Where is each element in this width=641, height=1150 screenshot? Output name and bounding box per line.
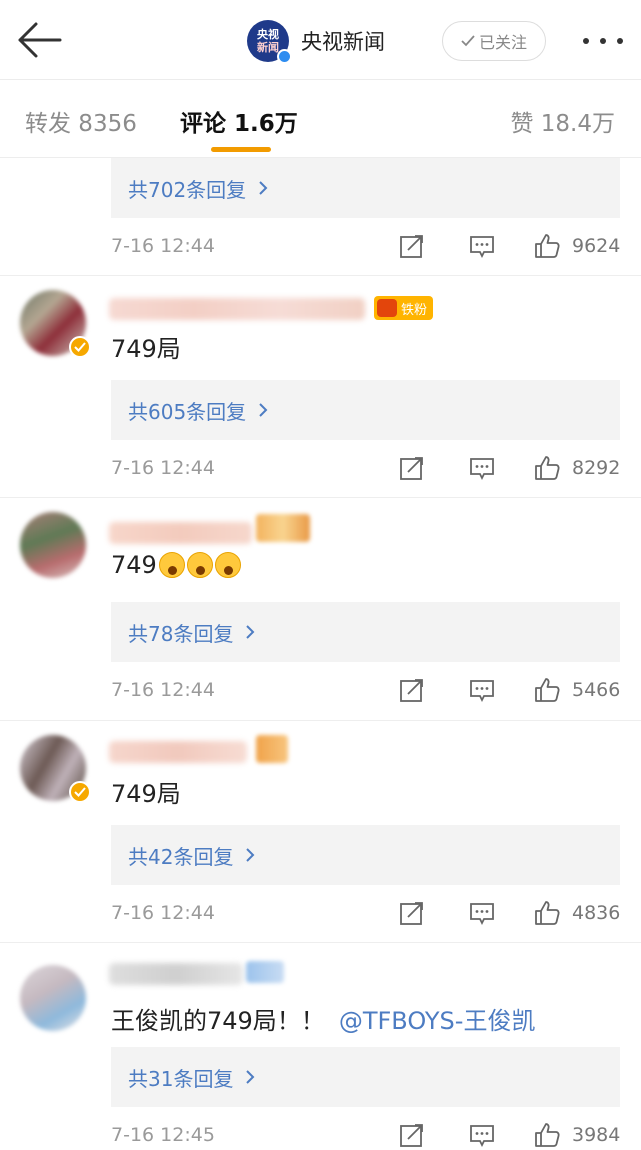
like-count: 3984 [572,1124,621,1146]
shocked-emoji-icon [186,552,213,578]
verified-icon [69,336,91,358]
comment-icon[interactable] [468,232,496,260]
comment-icon[interactable] [468,899,496,927]
comment-item: 749局 共42条回复 7-16 12:44 4836 [0,721,641,943]
comment-icon[interactable] [468,676,496,704]
comment-item: 共702条回复 7-16 12:44 9624 [0,158,641,276]
replies-link[interactable]: 共42条回复 [111,825,620,885]
comment-time: 7-16 12:44 [111,902,215,924]
top-bar: 央视 新闻 央视新闻 已关注 [0,0,641,80]
comment-body: 749局 [111,335,181,363]
comment-icon[interactable] [468,1121,496,1149]
comment-meta: 7-16 12:44 5466 [111,676,620,706]
repost-icon[interactable] [398,899,426,927]
comment-time: 7-16 12:45 [111,1124,215,1146]
follow-button[interactable]: 已关注 [442,21,546,61]
comment-item: 铁粉 749局 共605条回复 7-16 12:44 8292 [0,276,641,498]
like-count: 9624 [572,235,621,257]
username-blurred[interactable] [109,298,365,320]
account-name[interactable]: 央视新闻 [301,26,385,56]
user-mention-link[interactable]: @TFBOYS-王俊凯 [339,1001,536,1036]
user-avatar[interactable] [20,735,91,807]
level-badge [256,735,288,763]
chevron-right-icon [258,402,268,418]
chevron-right-icon [245,624,255,640]
comment-body: 王俊凯的749局！！ [111,1007,325,1035]
replies-count: 共78条回复 [128,621,234,646]
tab-reposts[interactable]: 转发 8356 [25,104,137,138]
comment-time: 7-16 12:44 [111,679,215,701]
comment-icon[interactable] [468,454,496,482]
replies-count: 共702条回复 [128,177,247,202]
like-count: 4836 [572,902,621,924]
chevron-right-icon [258,180,268,196]
comment-meta: 7-16 12:44 8292 [111,454,620,484]
verified-icon [277,49,292,64]
account-header[interactable]: 央视 新闻 央视新闻 [247,20,385,64]
user-avatar[interactable] [20,965,90,1037]
comment-item: 749 共78条回复 7-16 12:44 5466 [0,498,641,721]
comment-time: 7-16 12:44 [111,235,215,257]
username-blurred[interactable] [109,522,252,544]
replies-link[interactable]: 共702条回复 [111,158,620,218]
level-badge [256,514,310,542]
thumbs-up-icon[interactable] [533,1121,561,1149]
replies-count: 共605条回复 [128,399,247,424]
check-icon [461,35,475,47]
fan-badge: 铁粉 [374,296,434,320]
thumbs-up-icon[interactable] [533,454,561,482]
follow-label: 已关注 [478,33,527,52]
shocked-emoji-icon [214,552,241,578]
username-blurred[interactable] [109,741,247,763]
thumbs-up-icon[interactable] [533,899,561,927]
comment-body: 749局 [111,780,181,808]
account-avatar[interactable]: 央视 新闻 [247,20,292,64]
comment-item: 王俊凯的749局！！ @TFBOYS-王俊凯 共31条回复 7-16 12:45… [0,943,641,1150]
comment-text: 王俊凯的749局！！ @TFBOYS-王俊凯 [111,1001,535,1036]
comment-time: 7-16 12:44 [111,457,215,479]
comment-meta: 7-16 12:44 4836 [111,899,620,929]
username-blurred[interactable] [109,963,243,985]
arrow-left-icon [18,22,62,58]
repost-icon[interactable] [398,232,426,260]
replies-link[interactable]: 共605条回复 [111,380,620,440]
back-button[interactable] [14,20,64,60]
comment-meta: 7-16 12:45 3984 [111,1121,620,1150]
shocked-emoji-icon [158,552,185,578]
comment-text: 749局 [111,329,181,364]
replies-link[interactable]: 共78条回复 [111,602,620,662]
tab-likes[interactable]: 赞 18.4万 [510,104,615,138]
crown-icon [377,299,397,317]
thumbs-up-icon[interactable] [533,676,561,704]
repost-icon[interactable] [398,454,426,482]
chevron-right-icon [245,847,255,863]
comment-body: 749 [111,551,157,579]
user-avatar[interactable] [20,512,90,584]
like-count: 5466 [572,679,621,701]
repost-icon[interactable] [398,676,426,704]
logo-text-line2: 新闻 [257,41,279,54]
user-avatar[interactable] [20,290,91,362]
verified-icon [69,781,91,803]
comment-meta: 7-16 12:44 9624 [111,232,620,262]
active-tab-indicator [211,147,271,152]
like-count: 8292 [572,457,621,479]
tab-bar: 转发 8356 评论 1.6万 赞 18.4万 [0,80,641,158]
replies-count: 共31条回复 [128,1066,234,1091]
level-badge [246,961,284,983]
tab-comments[interactable]: 评论 1.6万 [180,104,298,138]
repost-icon[interactable] [398,1121,426,1149]
more-dots-icon[interactable] [580,28,626,54]
replies-count: 共42条回复 [128,844,234,869]
chevron-right-icon [245,1069,255,1085]
logo-text-line1: 央视 [257,28,279,41]
thumbs-up-icon[interactable] [533,232,561,260]
comment-text: 749局 [111,774,181,809]
comment-text: 749 [111,551,241,579]
fan-badge-label: 铁粉 [401,302,428,318]
replies-link[interactable]: 共31条回复 [111,1047,620,1107]
